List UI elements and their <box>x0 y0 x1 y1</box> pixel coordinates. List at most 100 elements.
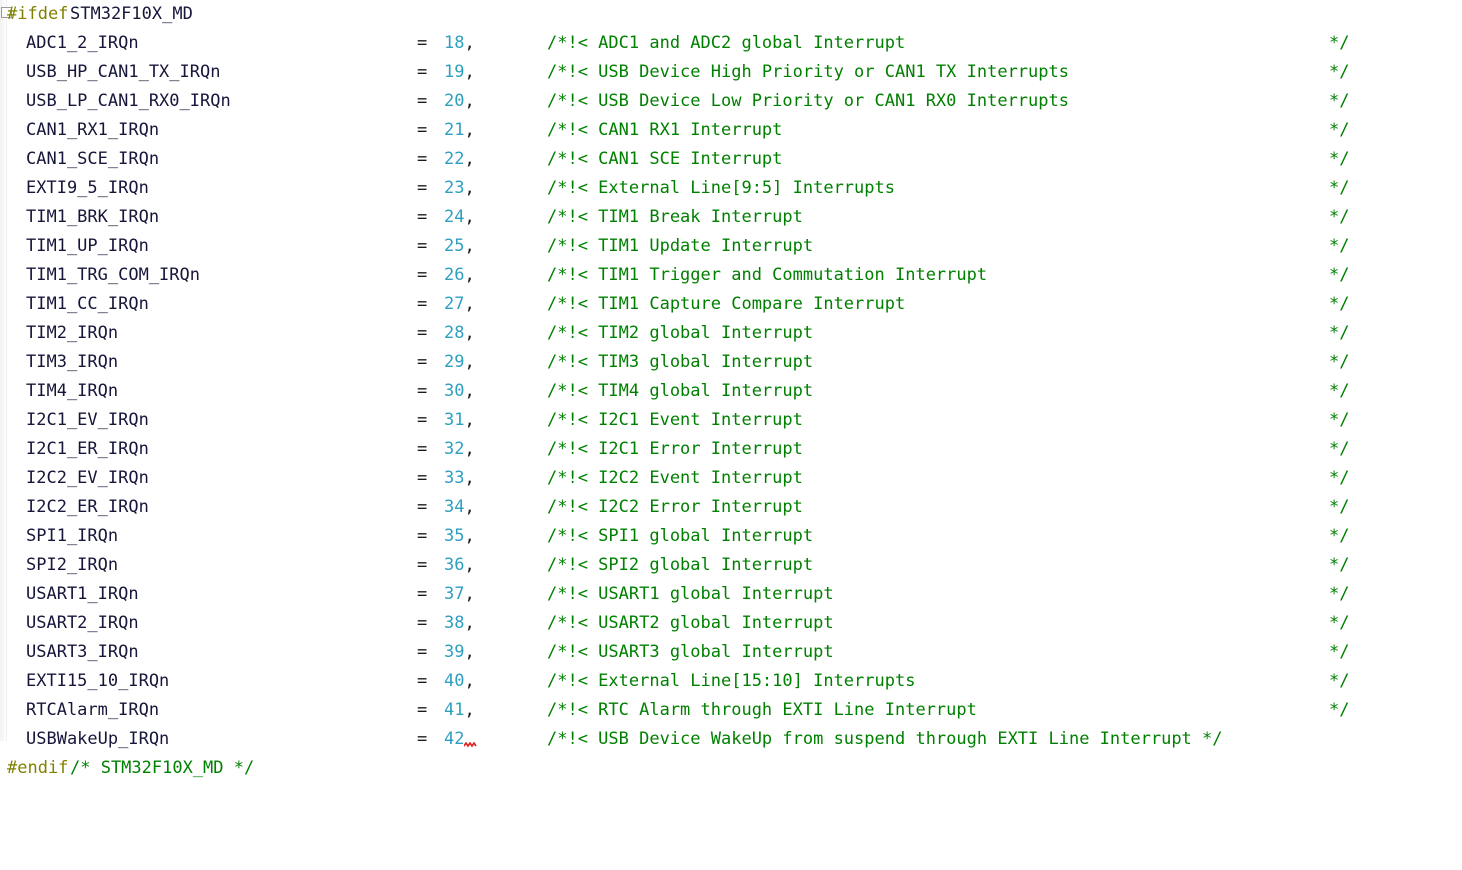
enumerator-value: 29 <box>444 352 465 372</box>
value-comma: , <box>464 555 475 575</box>
enumerator-value-group: 29, <box>444 348 475 377</box>
enumerator-comment: /*!< CAN1 SCE Interrupt <box>547 149 783 169</box>
macro-name-open: STM32F10X_MD <box>70 4 193 24</box>
enumerator-name: TIM1_UP_IRQn <box>26 236 149 256</box>
code-line-enumerator[interactable]: RTCAlarm_IRQn = 41, /*!< RTC Alarm through … <box>0 696 1462 725</box>
enumerator-comment: /*!< USART3 global Interrupt <box>547 642 834 662</box>
code-content[interactable]: #ifdef STM32F10X_MD ADC1_2_IRQn = 18, /*!< … <box>0 0 1462 778</box>
enumerator-comment: /*!< I2C1 Event Interrupt <box>547 410 803 430</box>
value-comma: , <box>464 700 475 720</box>
enumerator-comment: /*!< SPI1 global Interrupt <box>547 526 814 546</box>
code-line-enumerator[interactable]: EXTI15_10_IRQn = 40, /*!< External Line[15:… <box>0 667 1462 696</box>
comment-terminator: */ <box>1329 642 1350 662</box>
code-line-enumerator[interactable]: TIM1_BRK_IRQn = 24, /*!< TIM1 Break Interru… <box>0 203 1462 232</box>
assignment-operator: = <box>417 207 428 227</box>
enumerator-name: USB_HP_CAN1_TX_IRQn <box>26 62 221 82</box>
enumerator-value: 39 <box>444 642 465 662</box>
code-line-enumerator[interactable]: USART3_IRQn = 39, /*!< USART3 global Interr… <box>0 638 1462 667</box>
enumerator-value-group: 30, <box>444 377 475 406</box>
code-line-enumerator[interactable]: USB_LP_CAN1_RX0_IRQn = 20, /*!< USB Device … <box>0 87 1462 116</box>
enumerator-value-group: 34, <box>444 493 475 522</box>
assignment-operator: = <box>417 671 428 691</box>
code-line-enumerator[interactable]: USBWakeUp_IRQn = 42 /*!< USB Device WakeUp … <box>0 725 1462 754</box>
code-line-enumerator[interactable]: TIM1_UP_IRQn = 25, /*!< TIM1 Update Interru… <box>0 232 1462 261</box>
enumerator-comment: /*!< SPI2 global Interrupt <box>547 555 814 575</box>
enumerator-name: CAN1_SCE_IRQn <box>26 149 160 169</box>
value-comma: , <box>464 642 475 662</box>
enumerator-value: 38 <box>444 613 465 633</box>
enumerator-value-group: 42 <box>444 725 478 754</box>
enumerator-name: I2C2_EV_IRQn <box>26 468 149 488</box>
value-comma: , <box>464 352 475 372</box>
enumerator-value: 37 <box>444 584 465 604</box>
enumerator-name: USB_LP_CAN1_RX0_IRQn <box>26 91 231 111</box>
value-comma: , <box>464 439 475 459</box>
assignment-operator: = <box>417 91 428 111</box>
code-line-ifdef[interactable]: #ifdef STM32F10X_MD <box>0 0 1462 29</box>
comment-terminator: */ <box>1329 207 1350 227</box>
assignment-operator: = <box>417 729 428 749</box>
enumerator-comment: /*!< TIM3 global Interrupt <box>547 352 814 372</box>
enumerator-value-group: 25, <box>444 232 475 261</box>
error-squiggle-icon <box>464 742 478 748</box>
comment-terminator: */ <box>1329 294 1350 314</box>
code-line-enumerator[interactable]: USB_HP_CAN1_TX_IRQn = 19, /*!< USB Device H… <box>0 58 1462 87</box>
enumerator-value: 41 <box>444 700 465 720</box>
code-line-enumerator[interactable]: EXTI9_5_IRQn = 23, /*!< External Line[9:5] … <box>0 174 1462 203</box>
code-line-endif[interactable]: #endif /* STM32F10X_MD */ <box>0 754 1462 783</box>
code-line-enumerator[interactable]: TIM2_IRQn = 28, /*!< TIM2 global Interrupt *… <box>0 319 1462 348</box>
assignment-operator: = <box>417 468 428 488</box>
value-comma: , <box>464 381 475 401</box>
value-comma: , <box>464 613 475 633</box>
code-line-enumerator[interactable]: TIM3_IRQn = 29, /*!< TIM3 global Interrupt *… <box>0 348 1462 377</box>
enumerator-value: 28 <box>444 323 465 343</box>
enumerator-comment: /*!< ADC1 and ADC2 global Interrupt <box>547 33 906 53</box>
code-line-enumerator[interactable]: CAN1_SCE_IRQn = 22, /*!< CAN1 SCE Interrupt… <box>0 145 1462 174</box>
code-line-enumerator[interactable]: ADC1_2_IRQn = 18, /*!< ADC1 and ADC2 global… <box>0 29 1462 58</box>
value-comma: , <box>464 62 475 82</box>
enumerator-value: 31 <box>444 410 465 430</box>
enumerator-name: TIM3_IRQn <box>26 352 119 372</box>
code-line-enumerator[interactable]: TIM4_IRQn = 30, /*!< TIM4 global Interrupt *… <box>0 377 1462 406</box>
enumerator-name: ADC1_2_IRQn <box>26 33 139 53</box>
enumerator-value: 33 <box>444 468 465 488</box>
enumerator-name: USART1_IRQn <box>26 584 139 604</box>
code-line-enumerator[interactable]: TIM1_CC_IRQn = 27, /*!< TIM1 Capture Compar… <box>0 290 1462 319</box>
value-comma: , <box>464 294 475 314</box>
comment-terminator: */ <box>1329 323 1350 343</box>
code-line-enumerator[interactable]: TIM1_TRG_COM_IRQn = 26, /*!< TIM1 Trigger a… <box>0 261 1462 290</box>
value-comma: , <box>464 410 475 430</box>
code-line-enumerator[interactable]: USART2_IRQn = 38, /*!< USART2 global Interr… <box>0 609 1462 638</box>
enumerator-name: TIM1_BRK_IRQn <box>26 207 160 227</box>
code-line-enumerator[interactable]: I2C1_EV_IRQn = 31, /*!< I2C1 Event Interrup… <box>0 406 1462 435</box>
enumerator-value: 26 <box>444 265 465 285</box>
code-line-enumerator[interactable]: USART1_IRQn = 37, /*!< USART1 global Interr… <box>0 580 1462 609</box>
enumerator-value-group: 31, <box>444 406 475 435</box>
enumerator-comment: /*!< USB Device WakeUp from suspend thro… <box>547 729 1223 749</box>
enumerator-name: RTCAlarm_IRQn <box>26 700 160 720</box>
value-comma: , <box>464 236 475 256</box>
comment-terminator: */ <box>1329 497 1350 517</box>
enumerator-name: USART3_IRQn <box>26 642 139 662</box>
enumerator-comment: /*!< TIM4 global Interrupt <box>547 381 814 401</box>
value-comma: , <box>464 207 475 227</box>
enumerator-value: 21 <box>444 120 465 140</box>
code-line-enumerator[interactable]: I2C1_ER_IRQn = 32, /*!< I2C1 Error Interrup… <box>0 435 1462 464</box>
comment-terminator: */ <box>1329 62 1350 82</box>
enumerator-name: TIM4_IRQn <box>26 381 119 401</box>
value-comma: , <box>464 149 475 169</box>
assignment-operator: = <box>417 294 428 314</box>
value-comma: , <box>464 120 475 140</box>
code-editor-view[interactable]: #ifdef STM32F10X_MD ADC1_2_IRQn = 18, /*!< … <box>0 0 1462 778</box>
code-line-enumerator[interactable]: CAN1_RX1_IRQn = 21, /*!< CAN1 RX1 Interrupt… <box>0 116 1462 145</box>
comment-terminator: */ <box>1329 33 1350 53</box>
enumerator-name: USART2_IRQn <box>26 613 139 633</box>
comment-terminator: */ <box>1329 613 1350 633</box>
value-comma: , <box>464 178 475 198</box>
assignment-operator: = <box>417 120 428 140</box>
code-line-enumerator[interactable]: I2C2_EV_IRQn = 33, /*!< I2C2 Event Interrup… <box>0 464 1462 493</box>
code-line-enumerator[interactable]: I2C2_ER_IRQn = 34, /*!< I2C2 Error Interrup… <box>0 493 1462 522</box>
assignment-operator: = <box>417 497 428 517</box>
code-line-enumerator[interactable]: SPI1_IRQn = 35, /*!< SPI1 global Interrupt *… <box>0 522 1462 551</box>
code-line-enumerator[interactable]: SPI2_IRQn = 36, /*!< SPI2 global Interrupt *… <box>0 551 1462 580</box>
